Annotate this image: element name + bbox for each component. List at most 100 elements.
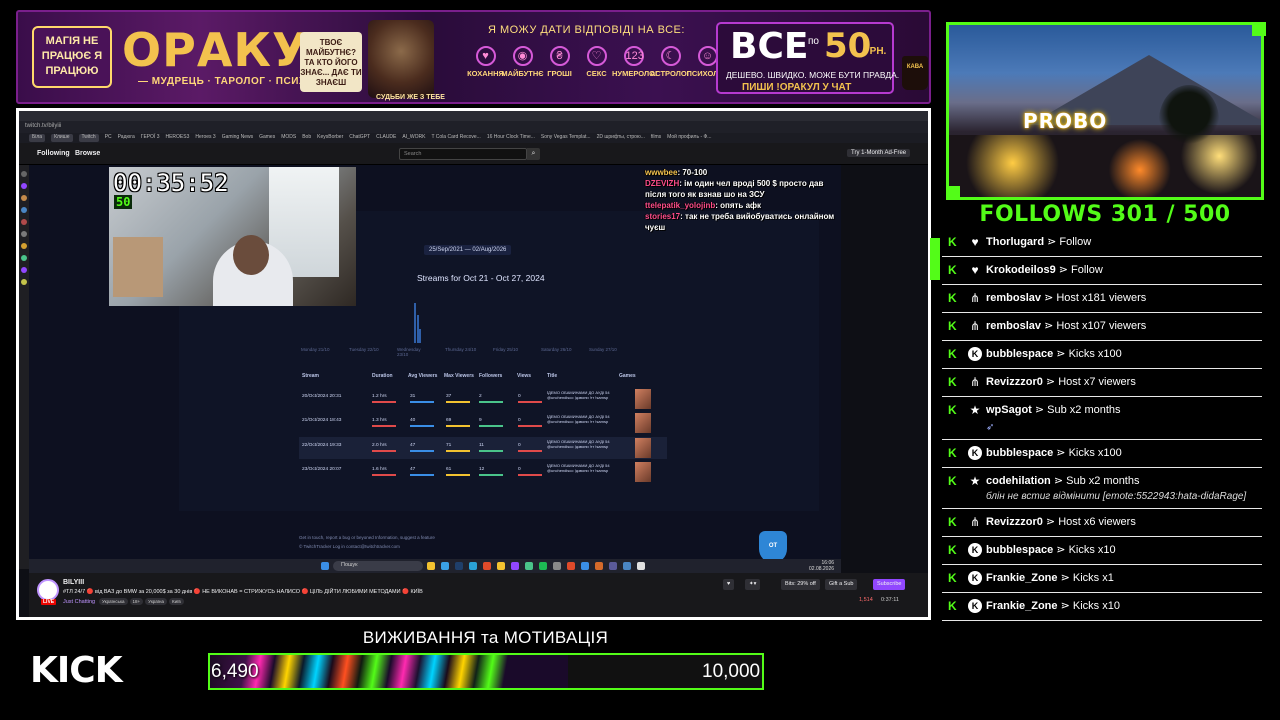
table-header[interactable]: Avg Viewers — [408, 373, 437, 379]
table-header[interactable]: Max Viewers — [444, 373, 474, 379]
game-thumbnail[interactable] — [635, 462, 651, 482]
table-row[interactable]: 20/Oct/2024 20:31 1.2 hrs 31 37 2 0 ЇДЕМО ОБАМ… — [299, 388, 667, 410]
photoshop-icon[interactable] — [455, 562, 463, 570]
app-icon[interactable] — [497, 562, 505, 570]
table-row[interactable]: 23/Oct/2024 20:07 1.6 hrs 47 61 12 0 ЇДЕМО ОБА… — [299, 461, 667, 483]
bookmark-item[interactable]: Gaming News — [222, 134, 253, 142]
cell-duration: 1.3 hrs — [372, 418, 387, 423]
table-row[interactable]: 21/Oct/2024 18:43 1.3 hrs 40 69 9 0 ЇДЕМО ОБАМ… — [299, 412, 667, 434]
bookmark-item[interactable]: Bob — [302, 134, 311, 142]
app-icon[interactable] — [525, 562, 533, 570]
nav-browse[interactable]: Browse — [75, 150, 100, 157]
gift-sub-button[interactable]: Gift a Sub — [825, 579, 858, 590]
app-icon[interactable] — [511, 562, 519, 570]
sidebar-channel-avatar[interactable] — [21, 243, 27, 249]
bookmark-item[interactable]: Клише — [51, 134, 73, 142]
stream-tag[interactable]: 18+ — [129, 598, 144, 605]
browser-tabbar[interactable] — [19, 111, 928, 121]
city-lights — [949, 135, 1261, 197]
sidebar-channel-avatar[interactable] — [21, 255, 27, 261]
taskbar-search[interactable]: Пошук — [333, 561, 423, 571]
twitch-search-input[interactable]: Search — [399, 148, 527, 160]
bookmark-item[interactable]: ГЕРОЇ 3 — [141, 134, 160, 142]
game-thumbnail[interactable] — [635, 438, 651, 458]
sidebar-channel-avatar[interactable] — [21, 207, 27, 213]
sidebar-channel-avatar[interactable] — [21, 267, 27, 273]
table-header[interactable]: Views — [517, 373, 531, 379]
bookmark-item[interactable]: KeysBorber — [317, 134, 343, 142]
bookmark-item[interactable]: 2D шрифты, строю... — [597, 134, 645, 142]
bookmark-item[interactable]: T Cola Card Recove... — [431, 134, 480, 142]
app-icon[interactable] — [595, 562, 603, 570]
chart-day-label: Saturday 26/10 — [541, 347, 572, 352]
app-icon[interactable] — [637, 562, 645, 570]
app-icon[interactable] — [581, 562, 589, 570]
notifications-icon[interactable]: ✦▾ — [745, 579, 761, 590]
sidebar-channel-avatar[interactable] — [21, 183, 27, 189]
category-item: ♡ СЕКС — [581, 46, 612, 78]
app-icon[interactable] — [567, 562, 575, 570]
bookmark-item[interactable]: MODS — [281, 134, 296, 142]
price-currency: ГРН. — [864, 46, 887, 57]
bits-button[interactable]: Bits: 29% off — [781, 579, 820, 590]
bookmark-item[interactable]: HEROES3 — [165, 134, 189, 142]
bookmark-item[interactable]: Heroes 3 — [195, 134, 215, 142]
ad-free-button[interactable]: Try 1-Month Ad-Free — [847, 149, 911, 157]
app-icon[interactable] — [441, 562, 449, 570]
channel-name[interactable]: BILYIII — [63, 579, 84, 586]
taskbar-clock[interactable]: 16:06 02.08.2026 — [809, 560, 834, 572]
follow-heart-icon[interactable]: ♥ — [723, 579, 735, 590]
banner-badge: МАГІЯ НЕ ПРАЦЮЄ Я ПРАЦЮЮ — [32, 26, 112, 88]
stream-tag[interactable]: Україна — [145, 598, 168, 605]
sidebar-channel-avatar[interactable] — [21, 195, 27, 201]
sidebar-channel-avatar[interactable] — [21, 171, 27, 177]
sidebar-channel-avatar[interactable] — [21, 279, 27, 285]
tracker-footer-line2[interactable]: © TwitchTracker Log in contact@twitchtra… — [299, 544, 400, 549]
channel-avatar[interactable] — [37, 579, 59, 601]
stream-tag[interactable]: Київ — [169, 598, 184, 605]
bookmark-item[interactable]: Біла — [29, 134, 46, 142]
sidebar-channel-avatar[interactable] — [21, 219, 27, 225]
sidebar-channel-avatar[interactable] — [21, 231, 27, 237]
game-thumbnail[interactable] — [635, 413, 651, 433]
table-header[interactable]: Followers — [479, 373, 502, 379]
subscribe-button[interactable]: Subscribe — [873, 579, 906, 590]
bookmark-item[interactable]: Радюга — [118, 134, 135, 142]
screen-capture: twitch.tv/bilyiii Біла Клише Twitch PC Радюг… — [16, 108, 931, 620]
bookmark-item[interactable]: Games — [259, 134, 275, 142]
event-action: ⋗ Kicks x100 — [1053, 447, 1122, 459]
date-range-picker[interactable]: 25/Sep/2021 — 02/Aug/2026 — [424, 245, 512, 255]
event-action: ⋗ Kicks x10 — [1053, 544, 1116, 556]
table-header[interactable]: Duration — [372, 373, 393, 379]
table-header[interactable]: Title — [547, 373, 557, 379]
game-thumbnail[interactable] — [635, 389, 651, 409]
bookmark-item[interactable]: Twitch — [78, 134, 99, 142]
bookmark-item[interactable]: ChatGPT — [349, 134, 370, 142]
app-icon[interactable] — [553, 562, 561, 570]
search-icon[interactable]: ⌕ — [527, 148, 540, 160]
table-row[interactable]: 22/Oct/2024 19:33 2.0 hrs 47 71 11 0 ЇДЕМО ОБА… — [299, 437, 667, 459]
cell-duration: 2.0 hrs — [372, 443, 387, 448]
bookmark-item[interactable]: Мой профиль - Ф... — [667, 134, 711, 142]
bookmark-item[interactable]: films — [651, 134, 661, 142]
telegram-icon[interactable] — [469, 562, 477, 570]
stream-category[interactable]: Just Chatting — [63, 599, 95, 605]
bookmark-item[interactable]: AI_WORK — [402, 134, 425, 142]
app-icon[interactable] — [623, 562, 631, 570]
table-header[interactable]: Stream — [302, 373, 319, 379]
browser-url-bar[interactable]: twitch.tv/bilyiii — [19, 121, 928, 133]
stream-uptime: 0:37:11 — [881, 597, 899, 603]
windows-start-icon[interactable] — [321, 562, 329, 570]
bookmark-item[interactable]: Sony Vegas Templat... — [541, 134, 591, 142]
bookmark-item[interactable]: CLAUDE — [376, 134, 396, 142]
oracle-banner: МАГІЯ НЕ ПРАЦЮЄ Я ПРАЦЮЮ ОРАКУЛ — МУДРЕЦ… — [16, 10, 931, 104]
app-icon[interactable] — [609, 562, 617, 570]
stream-tag[interactable]: Українська — [99, 598, 128, 605]
file-explorer-icon[interactable] — [427, 562, 435, 570]
table-header[interactable]: Games — [619, 373, 636, 379]
bookmark-item[interactable]: 16 Hour Clock Time... — [487, 134, 535, 142]
bookmark-item[interactable]: PC — [105, 134, 112, 142]
nav-following[interactable]: Following — [37, 150, 70, 157]
spotify-icon[interactable] — [539, 562, 547, 570]
chrome-icon[interactable] — [483, 562, 491, 570]
